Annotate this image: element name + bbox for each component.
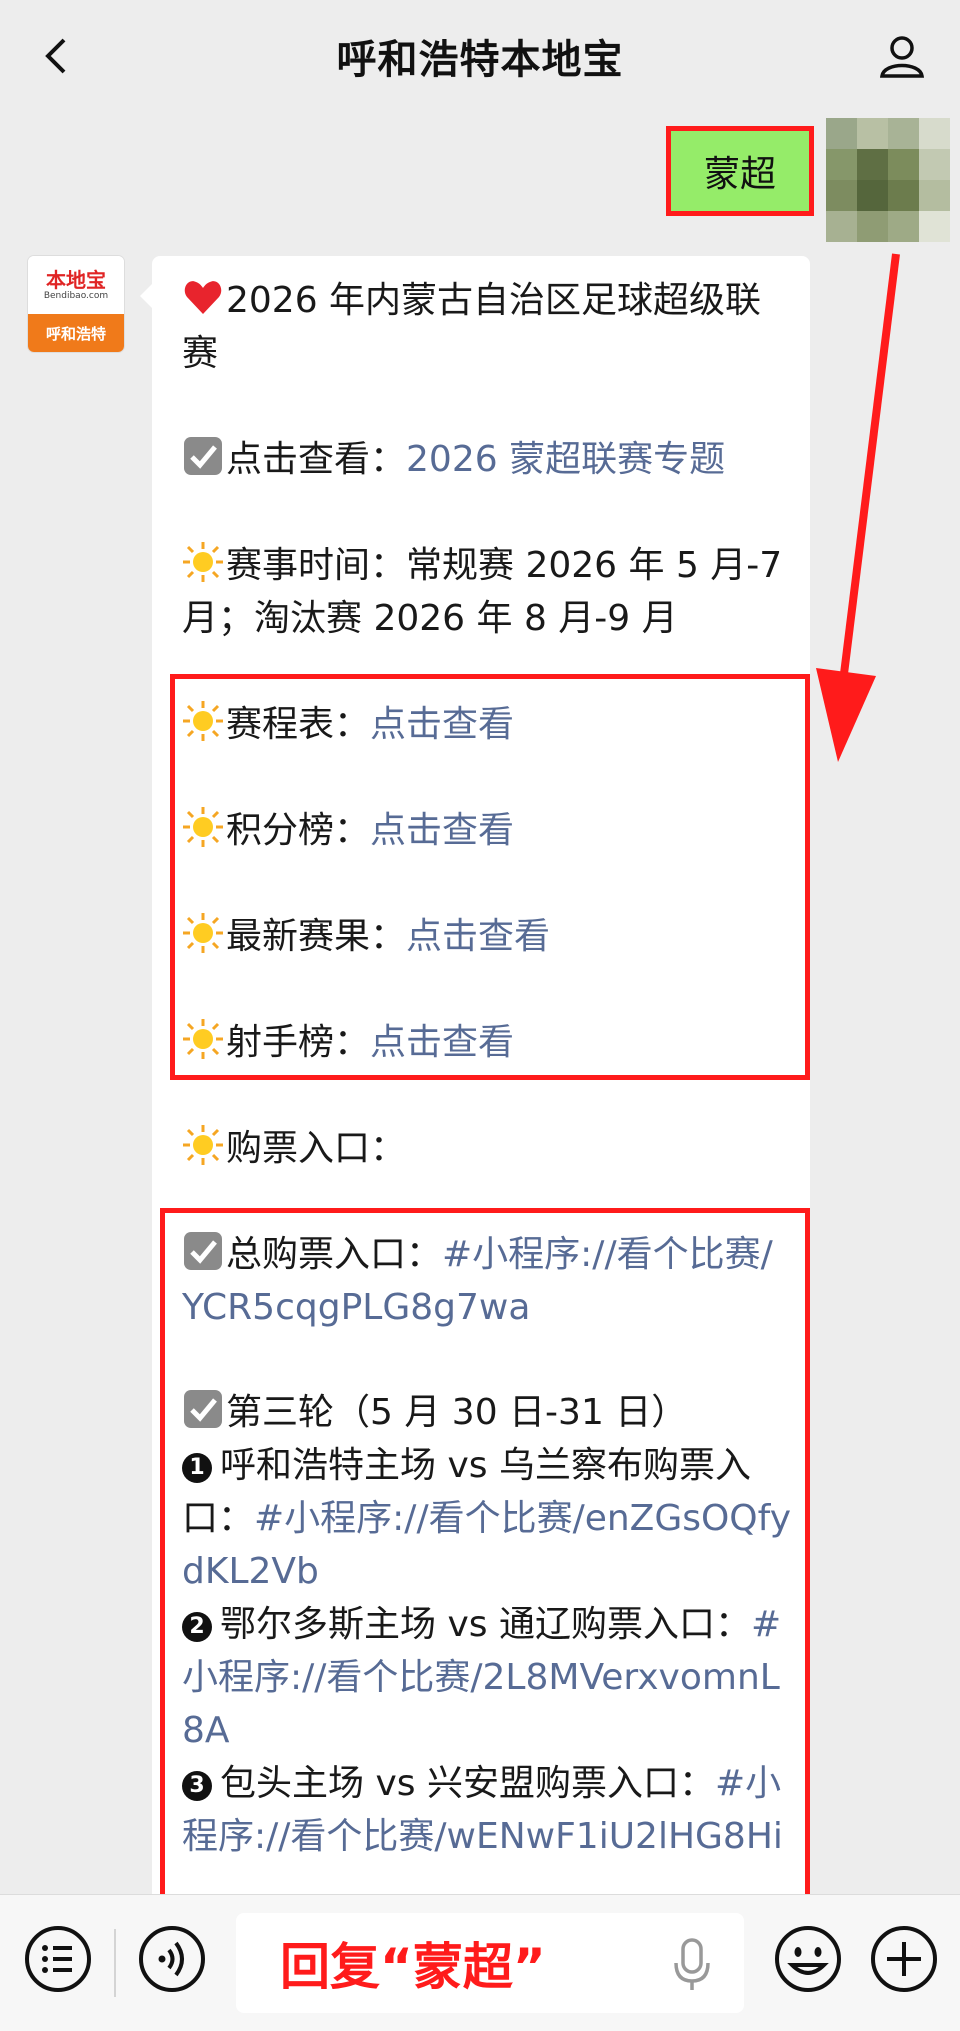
highlight-box-stats [170, 674, 810, 1080]
outgoing-message-text: 蒙超 [703, 154, 776, 195]
sun-icon [183, 1125, 223, 1165]
my-avatar[interactable] [826, 118, 950, 242]
avatar-city: 呼和浩特 [28, 314, 124, 352]
topic-line: 点击查看：2026 蒙超联赛专题 [182, 433, 792, 486]
chat-title: 呼和浩特本地宝 [336, 37, 624, 83]
message-title-line: 2026 年内蒙古自治区足球超级联赛 [182, 274, 792, 380]
plus-icon[interactable] [868, 1923, 940, 1995]
input-bar: 回复“蒙超” [0, 1894, 960, 2031]
chat-area[interactable]: 蒙超 本地宝 Bendibao.com 呼和浩特 2026 年内蒙古自治区足球超… [0, 112, 960, 1916]
sun-icon [183, 542, 223, 582]
official-account-avatar[interactable]: 本地宝 Bendibao.com 呼和浩特 [28, 256, 124, 352]
ticket-line: 购票入口： [182, 1122, 792, 1175]
red-arrow-icon [816, 253, 900, 762]
mic-icon[interactable] [670, 1937, 714, 1993]
avatar-logo-text: 本地宝 [46, 268, 106, 292]
user-icon[interactable] [874, 28, 930, 84]
ticket-label: 购票入口： [226, 1128, 407, 1169]
menu-list-icon[interactable] [22, 1923, 94, 1995]
time-line: 赛事时间：常规赛 2026 年 5 月-7 月；淘汰赛 2026 年 8 月-9… [182, 539, 792, 645]
outgoing-message[interactable]: 蒙超 [666, 126, 814, 216]
divider [114, 1929, 116, 1997]
time-label: 赛事时间： [226, 545, 407, 586]
checkbox-icon [184, 437, 222, 475]
avatar-logo-subtext: Bendibao.com [43, 291, 109, 301]
emoji-icon[interactable] [772, 1923, 844, 1995]
heart-icon [184, 281, 222, 314]
topic-label: 点击查看： [226, 439, 407, 480]
message-title: 2026 年内蒙古自治区足球超级联赛 [182, 280, 762, 374]
highlight-box-tickets [160, 1208, 810, 1900]
top-nav: 呼和浩特本地宝 [0, 0, 960, 112]
topic-link[interactable]: 2026 蒙超联赛专题 [406, 439, 725, 480]
input-text: 回复“蒙超” [280, 1938, 546, 1996]
voice-icon[interactable] [136, 1923, 208, 1995]
message-input[interactable]: 回复“蒙超” [236, 1913, 744, 2013]
back-icon[interactable] [30, 28, 86, 84]
